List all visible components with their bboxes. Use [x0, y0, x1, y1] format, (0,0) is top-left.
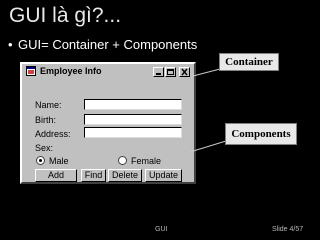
maximize-button[interactable] [165, 67, 176, 77]
close-icon [181, 68, 188, 76]
name-input[interactable] [84, 99, 182, 110]
find-button[interactable]: Find [81, 169, 106, 182]
bullet-text: GUI= Container + Components [18, 37, 198, 52]
components-callout: Components [225, 123, 297, 145]
delete-button[interactable]: Delete [108, 169, 142, 182]
maximize-icon [167, 69, 174, 75]
footer-section-label: GUI [155, 226, 168, 233]
close-button[interactable] [179, 67, 190, 77]
male-label[interactable]: Male [49, 156, 69, 166]
container-callout: Container [219, 53, 279, 71]
window-title: Employee Info [40, 66, 102, 76]
male-radio[interactable] [36, 156, 45, 165]
name-label: Name: [35, 100, 62, 110]
bullet-marker: • [8, 37, 13, 52]
female-label[interactable]: Female [131, 156, 161, 166]
minimize-icon [156, 73, 161, 75]
minimize-button[interactable] [153, 67, 164, 77]
add-button[interactable]: Add [35, 169, 77, 182]
app-window-icon [26, 66, 36, 76]
footer-slide-number: Slide 4/57 [272, 226, 304, 233]
address-input[interactable] [84, 127, 182, 138]
update-button[interactable]: Update [145, 169, 182, 182]
radio-selected-dot [39, 159, 42, 162]
female-radio[interactable] [118, 156, 127, 165]
slide-title: GUI là gì?... [9, 4, 122, 27]
container-leader [192, 68, 221, 77]
address-label: Address: [35, 129, 71, 139]
sex-label: Sex: [35, 143, 54, 153]
birth-label: Birth: [35, 115, 57, 125]
window-titlebar[interactable]: Employee Info [23, 65, 193, 79]
birth-input[interactable] [84, 114, 182, 125]
employee-info-window: Employee Info Name: Birth: Address: Sex:… [20, 62, 196, 184]
